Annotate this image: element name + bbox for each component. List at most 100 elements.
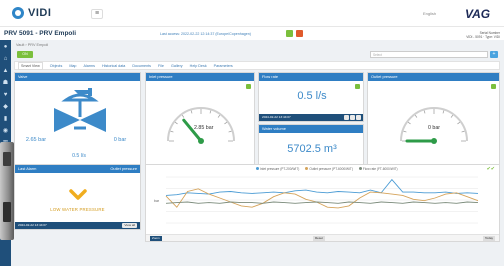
- legend-item[interactable]: Outlet pressure (PT-6000/WIT): [305, 167, 353, 171]
- people-icon[interactable]: ☗: [2, 80, 9, 87]
- tab-map[interactable]: Map: [69, 64, 76, 68]
- panel-footer: 2024-02-22 13:44:07 View all: [15, 222, 140, 229]
- gauge-tick: [190, 110, 193, 114]
- tab-bar: Smart View Objects Map Alarms Historical…: [14, 61, 500, 70]
- alert-button[interactable]: [296, 30, 303, 37]
- valve-inlet-value: 2.65 bar: [25, 137, 47, 143]
- gauge-tick: [209, 110, 212, 114]
- legend-swatch: [358, 167, 362, 170]
- export-icon[interactable]: [356, 115, 361, 120]
- tab-help-desk[interactable]: Help Desk: [190, 64, 207, 68]
- tab-alarms[interactable]: Alarms: [84, 64, 95, 68]
- check-icon[interactable]: ✔✔: [487, 166, 495, 172]
- tab-smart-view[interactable]: Smart View: [18, 61, 43, 70]
- view-all-button[interactable]: View all: [122, 223, 137, 228]
- alarm-type: Outlet pressure: [110, 166, 137, 171]
- gauge-tick: [450, 114, 454, 118]
- tab-gallery[interactable]: Gallery: [171, 64, 183, 68]
- last-alarm-title: Last Alarm: [18, 166, 37, 171]
- object-select[interactable]: Select: [370, 51, 488, 58]
- export-button[interactable]: [246, 84, 251, 89]
- gauge-tick: [407, 121, 411, 125]
- today-button[interactable]: Today: [482, 236, 495, 241]
- brand-logo: VAG: [465, 7, 491, 21]
- screen: VIDI ≡ English VAG PRV 5091 - PRV Empoli…: [0, 0, 504, 266]
- flow-rate-panel: Flow rate 0.5 l/s 2024-02-22 13:44:07: [258, 72, 364, 122]
- gauge-tick: [461, 130, 465, 133]
- table-icon[interactable]: [350, 115, 355, 120]
- last-alarm-panel: Last Alarm Outlet pressure LOW WATER PRE…: [14, 164, 141, 230]
- gauge-hub: [198, 138, 204, 144]
- legend-label: Flow rate (FT-6000/WIT): [362, 167, 398, 171]
- chevron-down-icon: [69, 189, 87, 200]
- alarm-timestamp: 2024-02-22 13:44:07: [18, 223, 47, 227]
- inlet-pressure-value: 2.85 bar: [194, 125, 214, 131]
- chart-footer: Zoom Reset Today: [146, 234, 499, 241]
- alarm-message: LOW WATER PRESSURE: [50, 207, 105, 212]
- valve-flow-value: 0.5 l/s: [72, 153, 86, 159]
- series-line-2[interactable]: [165, 188, 479, 209]
- panel-title: Flow rate: [259, 73, 363, 81]
- refresh-button[interactable]: [286, 30, 293, 37]
- chart-icon[interactable]: ▲: [2, 68, 9, 75]
- pin-icon[interactable]: ◆: [2, 104, 9, 111]
- gauge-tick: [442, 110, 445, 114]
- add-button[interactable]: +: [490, 51, 498, 58]
- water-volume-value: 5702.5 m³: [287, 143, 337, 155]
- legend-swatch: [256, 167, 259, 170]
- last-access-text: Last access: 2022-02-22 12:14:37 (Europe…: [160, 32, 251, 36]
- logo-icon: [12, 7, 24, 19]
- file-icon[interactable]: ▮: [2, 116, 9, 123]
- title-bar: PRV 5091 - PRV Empoli Last access: 2022-…: [0, 26, 504, 40]
- y-axis-label: bar: [154, 199, 160, 203]
- status-badge[interactable]: ON: [17, 51, 33, 58]
- history-line-chart: bar: [154, 176, 479, 224]
- legend-label: Outlet pressure (PT-6000/WIT): [309, 167, 353, 171]
- gauge-tick: [224, 121, 228, 125]
- panel-footer: 2024-02-22 13:44:07: [259, 114, 363, 121]
- outlet-pressure-value: 0 bar: [428, 125, 441, 131]
- tab-parameters[interactable]: Parameters: [214, 64, 233, 68]
- gauge-tick: [403, 130, 407, 133]
- footer-buttons: [344, 115, 361, 120]
- heart-icon[interactable]: ♥: [2, 92, 9, 99]
- gauge-tick: [228, 130, 232, 133]
- language-selector[interactable]: English: [423, 11, 436, 16]
- series-line-1[interactable]: [165, 178, 479, 196]
- user-icon[interactable]: ●: [2, 44, 9, 51]
- tab-file[interactable]: File: [158, 64, 164, 68]
- app-name: VIDI: [28, 7, 52, 19]
- tab-objects[interactable]: Objects: [50, 64, 63, 68]
- gauge-hub: [431, 138, 437, 144]
- main-content: Vault › PRV Empoli ON Select + Smart Vie…: [11, 40, 504, 266]
- chart-icon[interactable]: [344, 115, 349, 120]
- export-button[interactable]: [355, 84, 360, 89]
- panel-title: Last Alarm Outlet pressure: [15, 165, 140, 173]
- home-icon[interactable]: ⌂: [2, 56, 9, 63]
- device-photo: [0, 142, 14, 240]
- menu-toggle-button[interactable]: ≡: [91, 9, 103, 19]
- filter-bar: ON Select +: [14, 50, 500, 59]
- tab-documents[interactable]: Documents: [132, 64, 151, 68]
- panel-title: Water volume: [259, 125, 363, 133]
- bell-icon[interactable]: ◉: [2, 128, 9, 135]
- app-logo[interactable]: VIDI: [12, 7, 51, 19]
- gauge-tick: [181, 114, 185, 118]
- export-button[interactable]: [491, 84, 496, 89]
- inlet-pressure-gauge: [167, 107, 235, 144]
- reset-button[interactable]: Reset: [313, 236, 325, 241]
- panel-title: Inlet pressure: [146, 73, 254, 81]
- tab-historical-data[interactable]: Historical data: [102, 64, 125, 68]
- legend-item[interactable]: Inlet pressure (PT-200/WIT): [256, 167, 299, 171]
- flow-rate-value: 0.5 l/s: [297, 90, 327, 102]
- page-title: PRV 5091 - PRV Empoli: [4, 30, 77, 37]
- top-header: VIDI ≡ English VAG: [0, 0, 504, 26]
- series-line-3[interactable]: [165, 201, 479, 204]
- panel-title: Valve: [15, 73, 140, 81]
- valve-outlet-value: 0 bar: [113, 137, 127, 143]
- legend-swatch: [305, 167, 309, 170]
- gauge-tick: [170, 130, 174, 133]
- zoom-button[interactable]: Zoom: [150, 236, 162, 241]
- gauge-tick: [423, 110, 426, 114]
- legend-item[interactable]: Flow rate (FT-6000/WIT): [358, 167, 398, 171]
